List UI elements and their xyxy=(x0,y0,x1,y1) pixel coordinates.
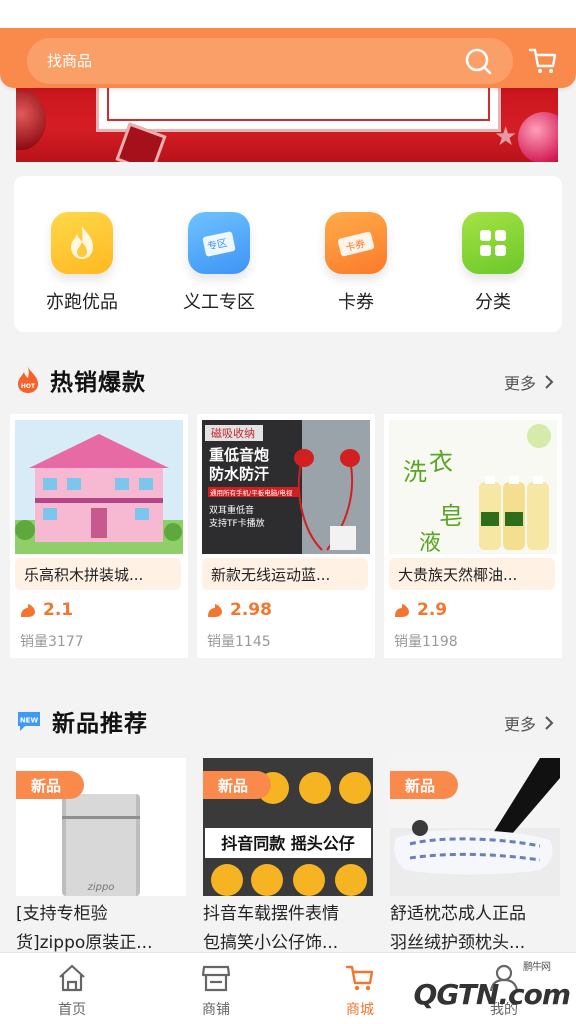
image-text: zippo xyxy=(87,882,115,893)
image-text: 双耳重低音 xyxy=(209,504,254,516)
category-label: 亦跑优品 xyxy=(46,292,118,313)
category-panel: 亦跑优品 专区 义工专区 卡券 卡券 分类 xyxy=(14,176,562,332)
star-decoration: ★ xyxy=(494,122,518,152)
coupon-icon: 卡券 xyxy=(325,212,387,274)
product-name: 大贵族天然椰油... xyxy=(389,558,555,590)
more-label: 更多 xyxy=(503,374,536,393)
flame-icon xyxy=(51,212,113,274)
product-name: [支持专柜验 货]zippo原装正... xyxy=(16,900,186,958)
category-item-yipao[interactable]: 亦跑优品 xyxy=(32,212,132,322)
hot-flame-icon: HOT xyxy=(18,367,38,393)
ornament-decoration xyxy=(16,90,46,150)
product-image-detergent: 洗 衣 皂 液 xyxy=(389,420,557,554)
sales-count: 销量1198 xyxy=(394,634,458,650)
product-price: 2.98 xyxy=(206,600,272,620)
image-text: 衣 xyxy=(429,448,453,476)
price-value: 2.1 xyxy=(43,600,74,620)
ornament-decoration xyxy=(518,112,558,162)
section-title: 热销爆款 xyxy=(50,370,146,396)
image-text: 支持TF卡播放 xyxy=(209,517,265,529)
new-badge-text: NEW xyxy=(20,717,39,725)
new-section-header: NEW 新品推荐 xyxy=(16,703,148,739)
product-card[interactable]: 乐高积木拼装城... 2.1 销量3177 xyxy=(10,414,188,658)
chevron-right-icon xyxy=(545,716,554,730)
image-text: 液 xyxy=(419,531,441,554)
cart-icon[interactable] xyxy=(528,46,558,76)
product-card[interactable]: 洗 衣 皂 液 大贵族天然椰油... 2.9 销量1198 xyxy=(384,414,562,658)
category-label: 义工专区 xyxy=(183,292,255,313)
watermark-small-text: 鹏牛网 xyxy=(523,962,551,973)
hot-section-header: HOT 热销爆款 xyxy=(16,362,146,398)
new-tag: 新品 xyxy=(203,771,271,799)
search-bar[interactable] xyxy=(27,38,513,84)
price-value: 2.9 xyxy=(417,600,448,620)
tab-store[interactable]: 商铺 xyxy=(176,963,256,1019)
search-icon[interactable] xyxy=(463,46,493,76)
currency-icon xyxy=(395,604,409,617)
product-price: 2.1 xyxy=(19,600,73,620)
more-label: 更多 xyxy=(503,715,536,734)
watermark-logo: QGTN.com 鹏牛网 xyxy=(414,962,571,1011)
image-text: 通用所有手机/平板电脑/电视 xyxy=(210,488,293,497)
new-product-card[interactable]: zippo 新品 [支持专柜验 货]zippo原装正... xyxy=(16,758,186,954)
product-name-line: [支持专柜验 xyxy=(16,904,108,924)
tab-label: 商城 xyxy=(346,1002,374,1018)
category-item-volunteer[interactable]: 专区 义工专区 xyxy=(169,212,269,322)
product-name: 新款无线运动蓝... xyxy=(202,558,368,590)
store-icon xyxy=(201,965,231,992)
grid-icon xyxy=(462,212,524,274)
new-badge-icon: NEW xyxy=(18,712,40,731)
promo-banner[interactable]: ★ xyxy=(16,80,558,162)
category-label: 卡券 xyxy=(338,292,374,313)
sales-count: 销量3177 xyxy=(20,634,84,650)
hot-badge-text: HOT xyxy=(21,383,36,390)
image-text: 防水防汗 xyxy=(209,465,269,483)
image-text: 皂 xyxy=(439,502,463,530)
section-title: 新品推荐 xyxy=(52,711,148,737)
product-image-earphones: 磁吸收纳 重低音炮 防水防汗 通用所有手机/平板电脑/电视 双耳重低音 支持TF… xyxy=(202,420,370,554)
new-product-card[interactable]: 新品 舒适枕芯成人正品 羽丝绒护颈枕头... xyxy=(390,758,560,954)
search-input[interactable] xyxy=(47,38,447,84)
tab-label: 商铺 xyxy=(202,1002,230,1018)
category-item-classify[interactable]: 分类 xyxy=(443,212,543,322)
product-name: 抖音车载摆件表情 包搞笑小公仔饰... xyxy=(203,900,373,958)
tab-mall[interactable]: 商城 xyxy=(320,963,400,1019)
hot-more-link[interactable]: 更多 xyxy=(504,370,554,394)
cart-icon xyxy=(345,965,374,991)
product-name-line: 抖音车载摆件表情 xyxy=(203,904,339,924)
home-icon xyxy=(59,964,85,992)
price-value: 2.98 xyxy=(230,600,272,620)
new-product-card[interactable]: 抖音同款 摇头公仔 新品 抖音车载摆件表情 包搞笑小公仔饰... xyxy=(203,758,373,954)
category-label: 分类 xyxy=(475,292,511,313)
new-tag: 新品 xyxy=(16,771,84,799)
product-name-line: 舒适枕芯成人正品 xyxy=(390,904,526,924)
tab-home[interactable]: 首页 xyxy=(32,963,112,1019)
status-bar xyxy=(0,0,576,28)
new-tag: 新品 xyxy=(390,771,458,799)
product-price: 2.9 xyxy=(393,600,447,620)
tab-label: 首页 xyxy=(58,1002,86,1018)
image-text: 重低音炮 xyxy=(209,446,269,464)
image-text: 洗 xyxy=(403,458,427,486)
top-header xyxy=(0,28,576,88)
new-more-link[interactable]: 更多 xyxy=(504,711,554,735)
sales-count: 销量1145 xyxy=(207,634,271,650)
product-image-lego xyxy=(15,420,183,554)
image-text: 磁吸收纳 xyxy=(211,426,255,440)
currency-icon xyxy=(21,604,35,617)
product-card[interactable]: 磁吸收纳 重低音炮 防水防汗 通用所有手机/平板电脑/电视 双耳重低音 支持TF… xyxy=(197,414,375,658)
chevron-right-icon xyxy=(545,375,554,389)
ticket-zone-icon: 专区 xyxy=(188,212,250,274)
product-name: 舒适枕芯成人正品 羽丝绒护颈枕头... xyxy=(390,900,560,958)
image-text: 抖音同款 摇头公仔 xyxy=(221,834,355,853)
product-name: 乐高积木拼装城... xyxy=(15,558,181,590)
category-item-coupon[interactable]: 卡券 卡券 xyxy=(306,212,406,322)
currency-icon xyxy=(208,604,222,617)
